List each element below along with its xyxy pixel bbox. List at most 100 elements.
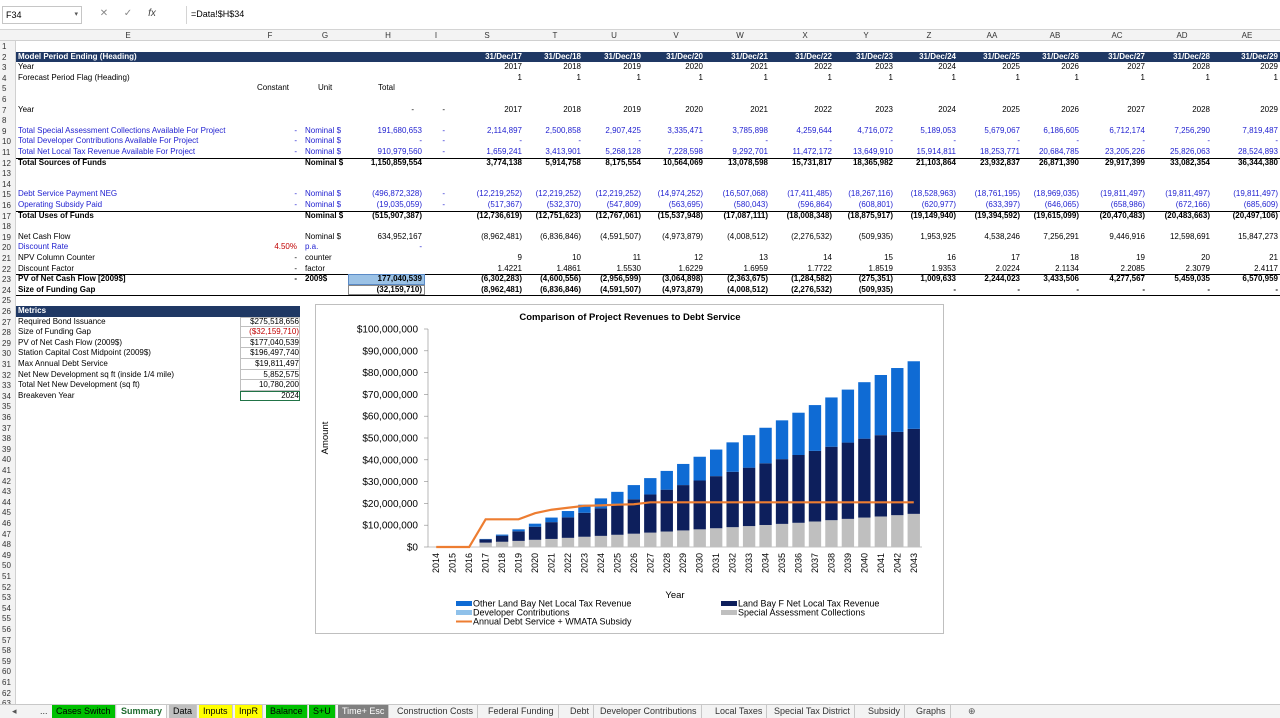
- row-header-1[interactable]: 1: [0, 42, 15, 51]
- value-cell[interactable]: 2.4117: [1210, 264, 1278, 275]
- value-cell[interactable]: (6,836,846): [513, 232, 581, 243]
- row-header-45[interactable]: 45: [0, 508, 15, 517]
- period-date[interactable]: 31/Dec/23: [833, 52, 893, 63]
- row-header-21[interactable]: 21: [0, 254, 15, 263]
- unit-cell[interactable]: Nominal $: [305, 158, 343, 169]
- sheet-tab[interactable]: Balance: [266, 705, 308, 718]
- row-header-55[interactable]: 55: [0, 614, 15, 623]
- value-cell[interactable]: 16: [888, 253, 956, 264]
- row-header-6[interactable]: 6: [0, 95, 15, 104]
- row-header-49[interactable]: 49: [0, 551, 15, 560]
- value-cell[interactable]: 2.2085: [1077, 264, 1145, 275]
- period-date[interactable]: 31/Dec/29: [1218, 52, 1278, 63]
- period-date[interactable]: 31/Dec/19: [581, 52, 641, 63]
- sheet-tab[interactable]: Cases Switch: [52, 705, 116, 718]
- value-cell[interactable]: (19,811,497): [1210, 189, 1278, 200]
- value-cell[interactable]: (19,615,099): [1011, 211, 1079, 222]
- row-header-23[interactable]: 23: [0, 275, 15, 284]
- function-icon[interactable]: fx: [140, 8, 164, 19]
- value-cell[interactable]: 3,433,506: [1011, 274, 1079, 285]
- metrics-title[interactable]: Metrics: [18, 306, 46, 317]
- metric-label[interactable]: Net New Development sq ft (inside 1/4 mi…: [18, 370, 238, 381]
- value-cell[interactable]: 1,659,241: [454, 147, 522, 158]
- value-cell[interactable]: 4,277,567: [1077, 274, 1145, 285]
- value-cell[interactable]: -: [1011, 285, 1079, 296]
- enter-icon[interactable]: ✓: [116, 8, 140, 19]
- value-cell[interactable]: (12,767,061): [573, 211, 641, 222]
- row-header-29[interactable]: 29: [0, 339, 15, 348]
- row-header-47[interactable]: 47: [0, 530, 15, 539]
- cell[interactable]: -: [425, 189, 445, 200]
- row-header-53[interactable]: 53: [0, 593, 15, 602]
- value-cell[interactable]: 36,344,380: [1210, 158, 1278, 169]
- period-flag[interactable]: 1: [521, 73, 581, 84]
- value-cell[interactable]: -: [573, 136, 641, 147]
- value-cell[interactable]: -: [952, 136, 1020, 147]
- row-header-5[interactable]: 5: [0, 84, 15, 93]
- value-cell[interactable]: 21,103,864: [888, 158, 956, 169]
- row-header-58[interactable]: 58: [0, 646, 15, 655]
- cell[interactable]: -: [425, 105, 445, 116]
- value-cell[interactable]: (17,087,111): [700, 211, 768, 222]
- value-cell[interactable]: 2,244,023: [952, 274, 1020, 285]
- value-cell[interactable]: 12: [635, 253, 703, 264]
- sheet-tab[interactable]: Construction Costs: [393, 705, 479, 718]
- row-header-31[interactable]: 31: [0, 360, 15, 369]
- value-cell[interactable]: (12,736,619): [454, 211, 522, 222]
- unit-cell[interactable]: Nominal $: [305, 126, 341, 137]
- period-year[interactable]: 2017: [462, 62, 522, 73]
- row-header-51[interactable]: 51: [0, 572, 15, 581]
- column-header-ac[interactable]: AC: [1111, 31, 1122, 40]
- row-header-32[interactable]: 32: [0, 371, 15, 380]
- value-cell[interactable]: 9,292,701: [700, 147, 768, 158]
- period-year[interactable]: 2026: [1019, 62, 1079, 73]
- unit-cell[interactable]: Nominal $: [305, 136, 341, 147]
- value-cell[interactable]: -: [764, 136, 832, 147]
- row-label[interactable]: Model Period Ending (Heading): [18, 52, 137, 63]
- value-cell[interactable]: -: [1011, 136, 1079, 147]
- column-header-ae[interactable]: AE: [1242, 31, 1253, 40]
- value-cell[interactable]: 1.8519: [825, 264, 893, 275]
- unit-cell[interactable]: Nominal $: [305, 211, 343, 222]
- value-cell[interactable]: 11: [573, 253, 641, 264]
- period-year[interactable]: 2020: [643, 105, 703, 116]
- value-cell[interactable]: 2.1134: [1011, 264, 1079, 275]
- row-header-50[interactable]: 50: [0, 561, 15, 570]
- period-year[interactable]: 2024: [896, 62, 956, 73]
- value-cell[interactable]: 12,598,691: [1142, 232, 1210, 243]
- constant-cell[interactable]: -: [257, 200, 297, 211]
- value-cell[interactable]: (15,537,948): [635, 211, 703, 222]
- row-label[interactable]: Discount Rate: [18, 242, 258, 253]
- constant-cell[interactable]: -: [257, 264, 297, 275]
- row-label[interactable]: Debt Service Payment NEG: [18, 189, 258, 200]
- constant-cell[interactable]: 4.50%: [257, 242, 297, 253]
- column-title[interactable]: Unit: [318, 83, 332, 94]
- row-label[interactable]: Discount Factor: [18, 264, 258, 275]
- row-label[interactable]: Total Sources of Funds: [18, 158, 258, 169]
- constant-cell[interactable]: -: [257, 253, 297, 264]
- value-cell[interactable]: -: [1142, 285, 1210, 296]
- value-cell[interactable]: -: [454, 136, 522, 147]
- column-header-x[interactable]: X: [802, 31, 807, 40]
- row-header-7[interactable]: 7: [0, 106, 15, 115]
- unit-cell[interactable]: Nominal $: [305, 189, 341, 200]
- row-header-24[interactable]: 24: [0, 286, 15, 295]
- value-cell[interactable]: 13,649,910: [825, 147, 893, 158]
- value-cell[interactable]: 17: [952, 253, 1020, 264]
- row-header-42[interactable]: 42: [0, 477, 15, 486]
- value-cell[interactable]: -: [1142, 136, 1210, 147]
- row-label[interactable]: Total Special Assessment Collections Ava…: [18, 126, 258, 137]
- period-flag[interactable]: 1: [1085, 73, 1145, 84]
- value-cell[interactable]: 28,524,893: [1210, 147, 1278, 158]
- constant-cell[interactable]: -: [257, 136, 297, 147]
- period-flag[interactable]: 1: [896, 73, 956, 84]
- total-cell[interactable]: -: [342, 136, 422, 147]
- name-box[interactable]: F34 ▾: [2, 6, 82, 24]
- row-label[interactable]: Operating Subsidy Paid: [18, 200, 258, 211]
- period-date[interactable]: 31/Dec/18: [521, 52, 581, 63]
- value-cell[interactable]: 1.9353: [888, 264, 956, 275]
- value-cell[interactable]: 23,932,837: [952, 158, 1020, 169]
- value-cell[interactable]: 5,459,035: [1142, 274, 1210, 285]
- period-year[interactable]: 2025: [960, 105, 1020, 116]
- value-cell[interactable]: (8,962,481): [454, 285, 522, 296]
